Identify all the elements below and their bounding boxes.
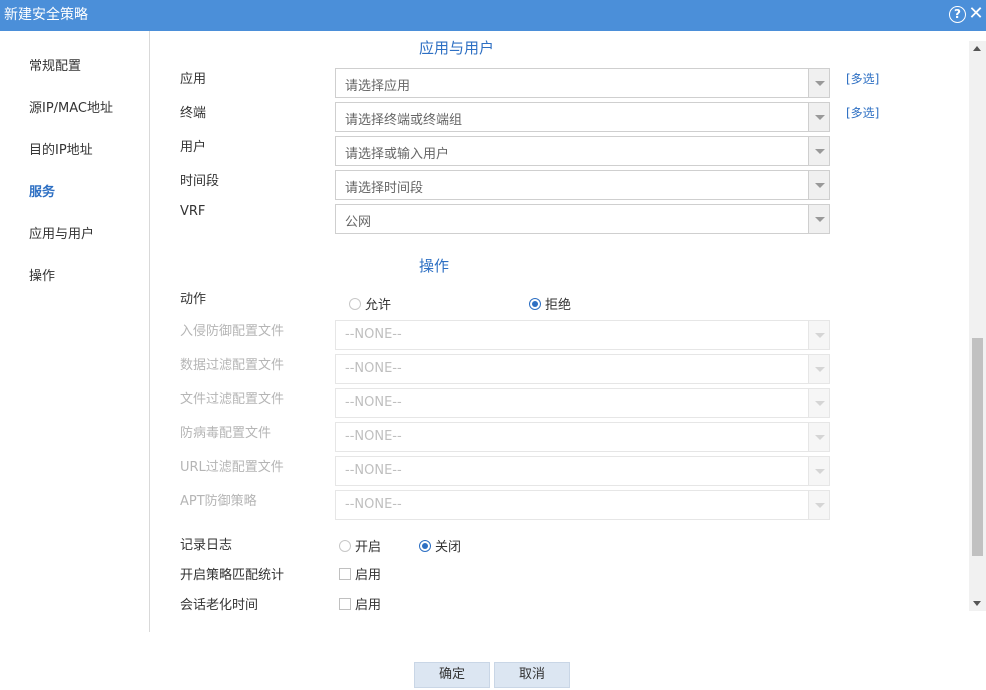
radio-checked-icon xyxy=(419,539,431,552)
vrf-select[interactable]: 公网 xyxy=(335,204,830,234)
vertical-scrollbar[interactable] xyxy=(969,41,986,611)
apt-policy-label: APT防御策略 xyxy=(180,494,257,509)
chevron-down-icon xyxy=(808,457,829,485)
close-icon[interactable]: ✕ xyxy=(967,4,985,24)
action-label: 动作 xyxy=(180,292,207,307)
policy-stats-checkbox[interactable]: 启用 xyxy=(339,564,381,583)
terminal-label: 终端 xyxy=(180,106,207,121)
chevron-down-icon[interactable] xyxy=(808,171,829,199)
sidebar-item-operation[interactable]: 操作 xyxy=(29,265,55,284)
section-title-app-user: 应用与用户 xyxy=(419,39,495,57)
checkbox-icon xyxy=(339,567,351,580)
sidebar: 常规配置 源IP/MAC地址 目的IP地址 服务 应用与用户 操作 xyxy=(0,31,150,632)
time-range-select-value: 请选择时间段 xyxy=(345,181,424,196)
chevron-down-icon xyxy=(808,423,829,451)
file-filter-profile-value: --NONE-- xyxy=(345,395,402,410)
vrf-label: VRF xyxy=(180,204,206,219)
session-aging-label: 会话老化时间 xyxy=(180,598,259,611)
ips-profile-label: 入侵防御配置文件 xyxy=(180,324,285,339)
app-select-value: 请选择应用 xyxy=(345,79,411,94)
policy-stats-label: 开启策略匹配统计 xyxy=(180,568,285,583)
chevron-down-icon xyxy=(808,321,829,349)
sidebar-item-source-ip-mac[interactable]: 源IP/MAC地址 xyxy=(29,97,113,116)
logging-off-radio[interactable]: 关闭 xyxy=(419,536,461,555)
file-filter-profile-select[interactable]: --NONE-- xyxy=(335,388,830,418)
cancel-button[interactable]: 取消 xyxy=(494,662,570,688)
chevron-down-icon xyxy=(808,491,829,519)
vrf-select-value: 公网 xyxy=(345,215,372,230)
radio-unchecked-icon xyxy=(339,539,351,552)
sidebar-item-service[interactable]: 服务 xyxy=(29,181,55,200)
help-icon[interactable]: ? xyxy=(949,6,966,23)
sidebar-item-destination-ip[interactable]: 目的IP地址 xyxy=(29,139,93,158)
ips-profile-value: --NONE-- xyxy=(345,327,402,342)
time-range-label: 时间段 xyxy=(180,174,220,189)
sidebar-item-app-user[interactable]: 应用与用户 xyxy=(29,223,94,242)
section-title-operation: 操作 xyxy=(419,257,450,275)
file-filter-profile-label: 文件过滤配置文件 xyxy=(180,392,285,407)
scrollbar-thumb[interactable] xyxy=(972,338,983,556)
user-label: 用户 xyxy=(180,140,207,155)
url-filter-profile-value: --NONE-- xyxy=(345,463,402,478)
apt-policy-select[interactable]: --NONE-- xyxy=(335,490,830,520)
user-select[interactable]: 请选择或输入用户 xyxy=(335,136,830,166)
checkbox-icon xyxy=(339,597,351,610)
chevron-down-icon[interactable] xyxy=(808,205,829,233)
chevron-down-icon[interactable] xyxy=(808,69,829,97)
action-deny-label: 拒绝 xyxy=(545,298,572,313)
data-filter-profile-select[interactable]: --NONE-- xyxy=(335,354,830,384)
url-filter-profile-select[interactable]: --NONE-- xyxy=(335,456,830,486)
antivirus-profile-value: --NONE-- xyxy=(345,429,402,444)
logging-label: 记录日志 xyxy=(180,538,233,553)
antivirus-profile-label: 防病毒配置文件 xyxy=(180,426,272,441)
terminal-multi-select-link[interactable]: [多选] xyxy=(846,104,879,121)
ok-button[interactable]: 确定 xyxy=(414,662,490,688)
logging-off-label: 关闭 xyxy=(435,540,462,555)
chevron-down-icon[interactable] xyxy=(808,103,829,131)
app-label: 应用 xyxy=(180,72,207,87)
chevron-down-icon xyxy=(808,355,829,383)
form-content: 应用与用户 应用 请选择应用 [多选] 终端 请选择终端或终端组 [多选] 用户… xyxy=(151,31,969,611)
data-filter-profile-value: --NONE-- xyxy=(345,361,402,376)
chevron-down-icon[interactable] xyxy=(808,137,829,165)
logging-on-radio[interactable]: 开启 xyxy=(339,536,381,555)
scroll-up-icon[interactable] xyxy=(973,46,981,51)
url-filter-profile-label: URL过滤配置文件 xyxy=(180,460,284,475)
policy-stats-checkbox-label: 启用 xyxy=(355,568,382,583)
radio-checked-icon xyxy=(529,297,541,310)
antivirus-profile-select[interactable]: --NONE-- xyxy=(335,422,830,452)
radio-unchecked-icon xyxy=(349,297,361,310)
action-permit-label: 允许 xyxy=(365,298,392,313)
action-permit-radio[interactable]: 允许 xyxy=(349,294,391,313)
terminal-select-value: 请选择终端或终端组 xyxy=(345,113,463,128)
session-aging-checkbox-label: 启用 xyxy=(355,598,382,611)
ips-profile-select[interactable]: --NONE-- xyxy=(335,320,830,350)
app-select[interactable]: 请选择应用 xyxy=(335,68,830,98)
time-range-select[interactable]: 请选择时间段 xyxy=(335,170,830,200)
app-multi-select-link[interactable]: [多选] xyxy=(846,70,879,87)
session-aging-checkbox[interactable]: 启用 xyxy=(339,594,381,611)
action-deny-radio[interactable]: 拒绝 xyxy=(529,294,571,313)
chevron-down-icon xyxy=(808,389,829,417)
data-filter-profile-label: 数据过滤配置文件 xyxy=(180,358,285,373)
sidebar-item-general[interactable]: 常规配置 xyxy=(29,55,81,74)
dialog-titlebar: 新建安全策略 ? ✕ xyxy=(0,0,986,31)
user-select-value: 请选择或输入用户 xyxy=(345,147,450,162)
terminal-select[interactable]: 请选择终端或终端组 xyxy=(335,102,830,132)
apt-policy-value: --NONE-- xyxy=(345,497,402,512)
scroll-down-icon[interactable] xyxy=(973,601,981,606)
logging-on-label: 开启 xyxy=(355,540,382,555)
dialog-title: 新建安全策略 xyxy=(4,7,88,23)
